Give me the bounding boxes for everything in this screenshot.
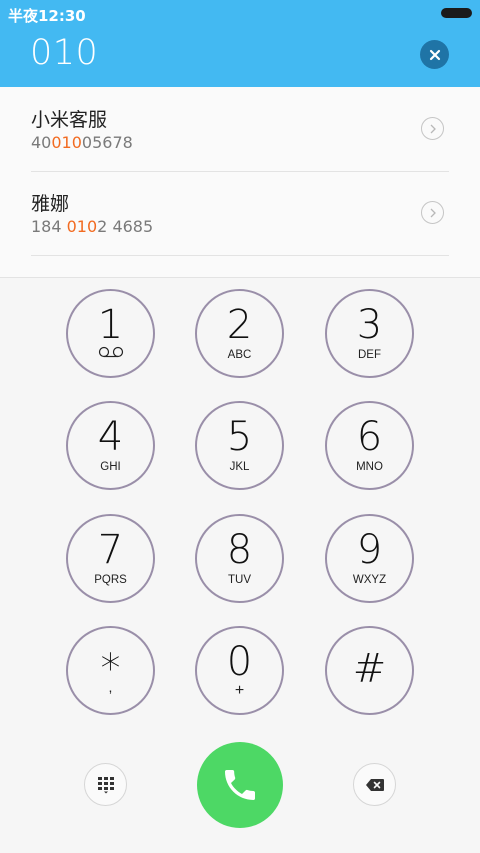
chevron-right-icon [430, 208, 436, 217]
key-2[interactable]: 2 ABC [195, 289, 284, 378]
key-0[interactable]: 0 + [195, 626, 284, 715]
key-8[interactable]: 8 TUV [195, 514, 284, 603]
match-highlight: 010 [66, 217, 98, 236]
header: 半夜12:30 010 [0, 0, 480, 87]
battery-icon [441, 8, 472, 18]
clear-icon [429, 49, 440, 60]
key-6[interactable]: 6 MNO [325, 401, 414, 490]
contact-name: 小米客服 [31, 109, 108, 131]
contact-name: 雅娜 [31, 193, 70, 215]
voicemail-icon [98, 346, 123, 358]
key-hash[interactable]: # [325, 626, 414, 715]
contact-number: 4001005678 [31, 133, 133, 152]
contact-detail-button[interactable] [421, 201, 444, 224]
dialer-screen: 半夜12:30 010 小米客服 4001005678 雅娜 184 0102 … [0, 0, 480, 853]
backspace-icon [365, 778, 384, 791]
contact-results: 小米客服 4001005678 雅娜 184 0102 4685 [0, 87, 480, 278]
delete-button[interactable] [353, 763, 396, 806]
contact-detail-button[interactable] [421, 117, 444, 140]
key-9[interactable]: 9 WXYZ [325, 514, 414, 603]
key-5[interactable]: 5 JKL [195, 401, 284, 490]
chevron-right-icon [430, 124, 436, 133]
status-time: 半夜12:30 [8, 7, 86, 25]
phone-icon [225, 770, 255, 800]
clear-button[interactable] [420, 40, 449, 69]
key-4[interactable]: 4 GHI [66, 401, 155, 490]
call-button[interactable] [197, 742, 283, 828]
dialpad-toggle-button[interactable] [84, 763, 127, 806]
dialed-number: 010 [30, 33, 99, 73]
dialpad-icon [97, 776, 114, 793]
key-7[interactable]: 7 PQRS [66, 514, 155, 603]
contact-row[interactable]: 雅娜 184 0102 4685 [31, 171, 449, 256]
match-highlight: 010 [51, 133, 82, 152]
key-star[interactable]: * , [66, 626, 155, 715]
contact-number: 184 0102 4685 [31, 217, 154, 236]
key-3[interactable]: 3 DEF [325, 289, 414, 378]
key-1[interactable]: 1 [66, 289, 155, 378]
contact-row[interactable]: 小米客服 4001005678 [31, 87, 449, 172]
